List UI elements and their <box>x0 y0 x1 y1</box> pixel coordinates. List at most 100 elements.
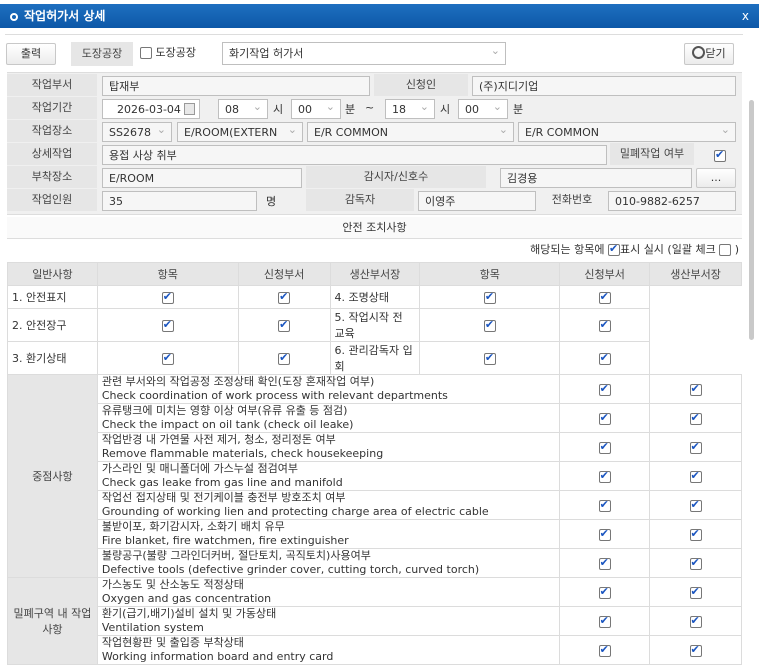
check-checkbox[interactable] <box>483 351 496 365</box>
check-checkbox[interactable] <box>689 382 702 396</box>
check-checkbox[interactable] <box>161 290 174 304</box>
table-row: 불량공구(불량 그라인더커버, 절단토치, 곡직토치)사용여부 Defective… <box>8 548 742 578</box>
check-checkbox[interactable] <box>598 469 611 483</box>
item-en: Defective tools (defective grinder cover… <box>101 563 480 576</box>
place3-select[interactable]: E/R COMMON <box>307 122 514 142</box>
table-row: 작업반경 내 가연물 사전 제거, 청소, 정리정돈 여부 Remove flam… <box>8 432 742 462</box>
check-checkbox[interactable] <box>598 498 611 512</box>
check-checkbox[interactable] <box>278 318 291 332</box>
permit-type-select[interactable]: 화기작업 허가서 <box>222 42 506 65</box>
item-ko: 관련 부서와의 작업공정 조정상태 확인(도장 혼재작업 여부) <box>101 375 375 388</box>
place4-select[interactable]: E/R COMMON <box>518 122 736 142</box>
start-min-select[interactable]: 00 <box>291 99 341 119</box>
check-checkbox[interactable] <box>598 556 611 570</box>
check-checkbox[interactable] <box>598 440 611 454</box>
item-ko: 환기(급기,배기)설비 설치 및 가동상태 <box>101 607 277 620</box>
check-checkbox[interactable] <box>598 290 611 304</box>
check-checkbox[interactable] <box>483 318 496 332</box>
watcher-search-button[interactable]: ... <box>696 168 736 188</box>
check-checkbox[interactable] <box>598 351 611 365</box>
detail-label: 상세작업 <box>7 143 97 165</box>
supervisor-input[interactable]: 이영주 <box>418 191 536 211</box>
print-button[interactable]: 출력 <box>6 43 56 65</box>
end-min-select[interactable]: 00 <box>458 99 508 119</box>
factory-checkbox[interactable]: 도장공장 <box>140 46 196 60</box>
check-checkbox[interactable] <box>689 585 702 599</box>
window-icon <box>10 13 18 21</box>
example-check-icon <box>607 242 620 256</box>
date-value: 2026-03-04 <box>117 103 181 116</box>
confined-checkbox[interactable] <box>714 148 726 162</box>
applicant-input[interactable]: (주)지디기업 <box>472 76 736 96</box>
check-checkbox[interactable] <box>689 440 702 454</box>
check-checkbox[interactable] <box>689 643 702 657</box>
place-label: 작업장소 <box>7 120 97 142</box>
scrollbar[interactable] <box>749 100 754 340</box>
item-ko: 유류탱크에 미치는 영향 이상 여부(유류 유출 등 점검) <box>101 404 348 417</box>
check-checkbox[interactable] <box>598 643 611 657</box>
check-checkbox[interactable] <box>598 527 611 541</box>
close-window-button[interactable]: x <box>742 4 749 28</box>
item-label: 4. 조명상태 <box>329 285 421 309</box>
table-row: 가스라인 및 매니폴더에 가스누설 점검여부 Check gas leake fr… <box>8 461 742 491</box>
check-checkbox[interactable] <box>689 469 702 483</box>
factory-check-label: 도장공장 <box>155 46 196 59</box>
detail-input[interactable]: 용접 사상 취부 <box>102 145 607 165</box>
check-checkbox[interactable] <box>689 614 702 628</box>
check-checkbox[interactable] <box>598 614 611 628</box>
calendar-icon[interactable] <box>184 103 195 115</box>
table-row: 불받이포, 화기감시자, 소화기 배치 유무 Fire blanket, fire… <box>8 519 742 549</box>
check-checkbox[interactable] <box>689 556 702 570</box>
item-ko: 불받이포, 화기감시자, 소화기 배치 유무 <box>101 520 285 533</box>
check-checkbox[interactable] <box>483 290 496 304</box>
check-checkbox[interactable] <box>598 318 611 332</box>
check-checkbox[interactable] <box>689 498 702 512</box>
item-ko: 가스농도 및 산소농도 적정상태 <box>101 578 244 591</box>
place2-select[interactable]: E/ROOM(EXTERN <box>177 122 303 142</box>
check-checkbox[interactable] <box>278 290 291 304</box>
phone-input[interactable]: 010-9882-6257 <box>608 191 736 211</box>
check-checkbox[interactable] <box>161 318 174 332</box>
check-checkbox[interactable] <box>598 585 611 599</box>
workers-input[interactable]: 35 <box>102 191 257 211</box>
supervisor-label: 감독자 <box>306 189 414 211</box>
tilde: ~ <box>365 101 375 114</box>
table-row: 환기(급기,배기)설비 설치 및 가동상태 Ventilation system <box>8 606 742 636</box>
check-checkbox[interactable] <box>598 382 611 396</box>
confined-label: 밀폐작업 여부 <box>610 143 694 165</box>
item-label: 5. 작업시작 전 교육 <box>329 308 421 342</box>
col-header: 신청부서 <box>237 262 331 286</box>
check-checkbox[interactable] <box>689 527 702 541</box>
phone-label: 전화번호 <box>540 189 604 211</box>
watcher-input[interactable]: 김경용 <box>500 168 692 188</box>
check-checkbox[interactable] <box>278 351 291 365</box>
close-button[interactable]: 닫기 <box>684 43 734 65</box>
col-header: 항목 <box>96 262 239 286</box>
bulk-check-checkbox[interactable] <box>719 244 732 256</box>
table-row: 밀폐구역 내 작업 사항 가스농도 및 산소농도 적정상태 Oxygen and g… <box>7 577 742 665</box>
check-checkbox[interactable] <box>598 411 611 425</box>
item-en: Fire blanket, fire watchmen, fire exting… <box>101 534 349 547</box>
item-ko: 가스라인 및 매니폴더에 가스누설 점검여부 <box>101 462 299 475</box>
item-label: 3. 환기상태 <box>7 341 98 375</box>
general-category: 일반사항 <box>7 262 98 286</box>
table-row: 작업현황판 및 출입증 부착상태 Working information boar… <box>8 635 742 665</box>
checkbox-icon <box>140 47 152 59</box>
attach-input[interactable]: E/ROOM <box>102 168 302 188</box>
general-row: 일반사항 항목 신청부서 생산부서장 항목 신청부서 생산부서장 <box>7 262 742 286</box>
item-label: 6. 관리감독자 입회 <box>329 341 421 375</box>
start-hour-select[interactable]: 08 <box>218 99 268 119</box>
item-en: Grounding of working lien and protecting… <box>101 505 489 518</box>
period-label: 작업기간 <box>7 97 97 119</box>
close-label: 닫기 <box>705 47 726 60</box>
place1-select[interactable]: SS2678 <box>102 122 172 142</box>
item-en: Check the impact on oil tank (check oil … <box>101 418 354 431</box>
watcher-label: 감시자/신호수 <box>306 166 486 188</box>
date-input[interactable]: 2026-03-04 <box>102 99 200 119</box>
dept-input[interactable]: 탑재부 <box>102 76 370 96</box>
check-checkbox[interactable] <box>689 411 702 425</box>
table-row: 1. 안전표지 4. 조명상태 <box>7 285 742 309</box>
end-hour-select[interactable]: 18 <box>385 99 435 119</box>
check-checkbox[interactable] <box>161 351 174 365</box>
attach-label: 부착장소 <box>7 166 97 188</box>
